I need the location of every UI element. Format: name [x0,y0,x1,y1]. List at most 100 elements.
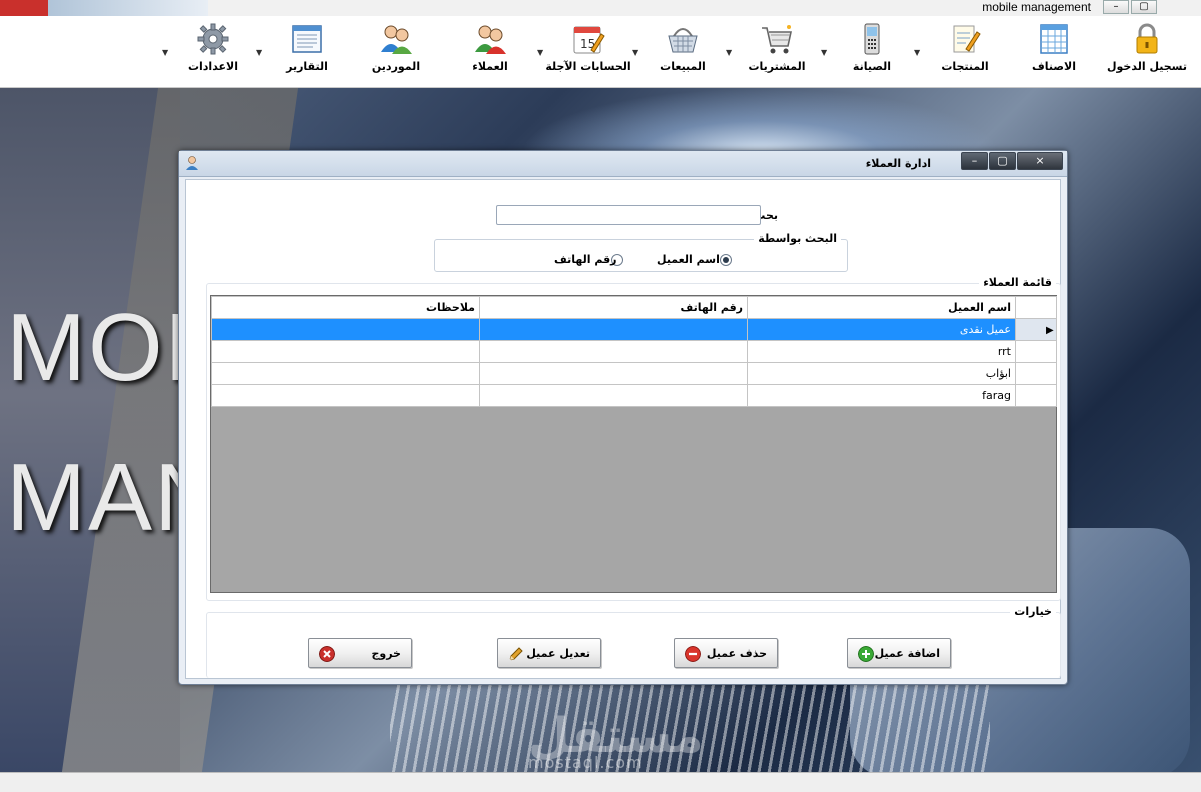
current-row-arrow-icon: ▶ [1046,325,1054,336]
table-row[interactable]: farag [211,384,1057,407]
toolbar-deferred-accounts-label: الحسابات الآجلة [545,60,631,73]
radio-customer-name[interactable] [720,254,732,266]
row-header[interactable] [1015,340,1057,363]
add-icon [858,646,874,662]
table-row[interactable]: rrt [211,340,1057,363]
app-minimize-button[interactable]: – [1103,0,1129,14]
toolbar-sales-label: المبيعات [660,60,706,73]
shopping-cart-icon [762,25,792,54]
table-row[interactable]: عميل نقدى ▶ [211,318,1057,341]
toolbar-categories-button[interactable]: الاصناف [1009,20,1099,84]
customers-dialog: ادارة العملاء – ▢ × بحث البحث بواسطة اسم… [178,150,1068,685]
row-header[interactable] [1015,362,1057,385]
toolbar-sales-button[interactable]: ▼ المبيعات [632,20,728,84]
customer-list-legend: قائمة العملاء [979,276,1056,289]
toolbar-customers-button[interactable]: العملاء [445,20,535,84]
cell-notes[interactable] [211,362,480,385]
toolbar-reports-button[interactable]: ▼ التقارير [256,20,352,84]
lock-icon [1136,23,1158,54]
toolbar-settings-label: الاعدادات [187,60,239,73]
cell-name[interactable]: farag [747,384,1016,407]
pencil-icon [509,647,523,661]
toolbar-purchases-label: المشتريات [748,60,806,73]
notepad-pencil-icon [953,25,981,53]
report-window-icon [292,25,322,53]
grid-sheet-icon [1040,24,1068,54]
toolbar-maintenance-button[interactable]: ▼ الصيانة [821,20,917,84]
mobile-phone-icon [864,23,880,55]
cell-phone[interactable] [479,340,748,363]
row-header[interactable]: ▶ [1015,318,1057,341]
calendar-icon: 15 [573,26,605,54]
app-maximize-button[interactable]: ▢ [1131,0,1157,14]
chevron-down-icon[interactable]: ▼ [162,48,168,57]
app-title-bar: mobile management – ▢ [0,0,1201,16]
toolbar-maintenance-label: الصيانة [852,60,892,73]
table-header-row: ملاحظات رقم الهاتف اسم العميل [211,296,1057,319]
user-icon [186,156,198,170]
exit-label: خروج [371,647,401,660]
dialog-minimize-button[interactable]: – [961,152,988,170]
toolbar-suppliers-label: الموردين [371,60,421,73]
search-by-legend: البحث بواسطة [754,232,841,245]
cell-phone[interactable] [479,384,748,407]
toolbar-categories-label: الاصناف [1032,60,1076,73]
row-header-corner [1015,296,1057,319]
radio-customer-name-label[interactable]: اسم العميل [657,253,720,266]
toolbar-deferred-accounts-button[interactable]: ▼ 15 الحسابات الآجلة [537,20,633,84]
basket-icon [668,28,698,53]
delete-customer-label: حذف عميل [706,647,767,660]
column-header-name[interactable]: اسم العميل [747,296,1016,319]
toolbar-login-button[interactable]: تسجيل الدخول [1102,20,1192,84]
options-legend: خيارات [1010,605,1056,618]
cell-phone[interactable] [479,318,748,341]
cell-notes[interactable] [211,340,480,363]
toolbar-login-label: تسجيل الدخول [1106,60,1187,73]
toolbar-customers-label: العملاء [472,60,508,73]
close-circle-icon [319,646,335,662]
chevron-down-icon[interactable]: ▼ [537,48,543,57]
dialog-title: ادارة العملاء [865,157,931,170]
customers-grid[interactable]: ملاحظات رقم الهاتف اسم العميل عميل نقدى … [210,295,1057,593]
exit-button[interactable]: خروج [308,638,412,668]
gear-icon [197,23,229,55]
radio-phone-number-label[interactable]: رقم الهاتف [554,253,617,266]
cell-name[interactable]: ابؤاب [747,362,1016,385]
cell-notes[interactable] [211,384,480,407]
add-customer-button[interactable]: اضافة عميل [847,638,951,668]
cell-name[interactable]: عميل نقدى [747,318,1016,341]
toolbar-suppliers-button[interactable]: الموردين [351,20,441,84]
row-header[interactable] [1015,384,1057,407]
dialog-body: بحث البحث بواسطة اسم العميل رقم الهاتف ق… [185,179,1061,679]
column-header-notes[interactable]: ملاحظات [211,296,480,319]
suppliers-icon [381,25,412,54]
dialog-maximize-button[interactable]: ▢ [989,152,1016,170]
cell-notes[interactable] [211,318,480,341]
cell-phone[interactable] [479,362,748,385]
dialog-close-button[interactable]: × [1017,152,1063,170]
dialog-title-bar[interactable]: ادارة العملاء – ▢ × [179,151,1067,177]
taskbar-fragment-2 [48,0,208,16]
cell-name[interactable]: rrt [747,340,1016,363]
table-row[interactable]: ابؤاب [211,362,1057,385]
watermark-url: mostaql.com [528,753,643,772]
edit-customer-label: تعديل عميل [526,647,590,660]
toolbar-reports-label: التقارير [286,60,328,73]
toolbar-settings-button[interactable]: ▼ الاعدادات [162,20,258,84]
customers-icon [475,25,506,54]
search-by-group: البحث بواسطة اسم العميل رقم الهاتف [434,232,848,272]
status-bar [0,772,1201,792]
search-input[interactable] [496,205,761,225]
toolbar-purchases-button[interactable]: ▼ المشتريات [726,20,822,84]
add-customer-label: اضافة عميل [874,647,940,660]
column-header-phone[interactable]: رقم الهاتف [479,296,748,319]
app-title: mobile management [982,0,1091,14]
edit-customer-button[interactable]: تعديل عميل [497,638,601,668]
delete-customer-button[interactable]: حذف عميل [674,638,778,668]
taskbar-fragment [0,0,48,16]
toolbar-products-button[interactable]: ▼ المنتجات [914,20,1010,84]
main-toolbar: تسجيل الدخول الاصناف ▼ المنتجات ▼ الصيان… [0,16,1201,88]
customers-table: ملاحظات رقم الهاتف اسم العميل عميل نقدى … [211,296,1057,407]
remove-icon [685,646,701,662]
toolbar-products-label: المنتجات [941,60,989,73]
